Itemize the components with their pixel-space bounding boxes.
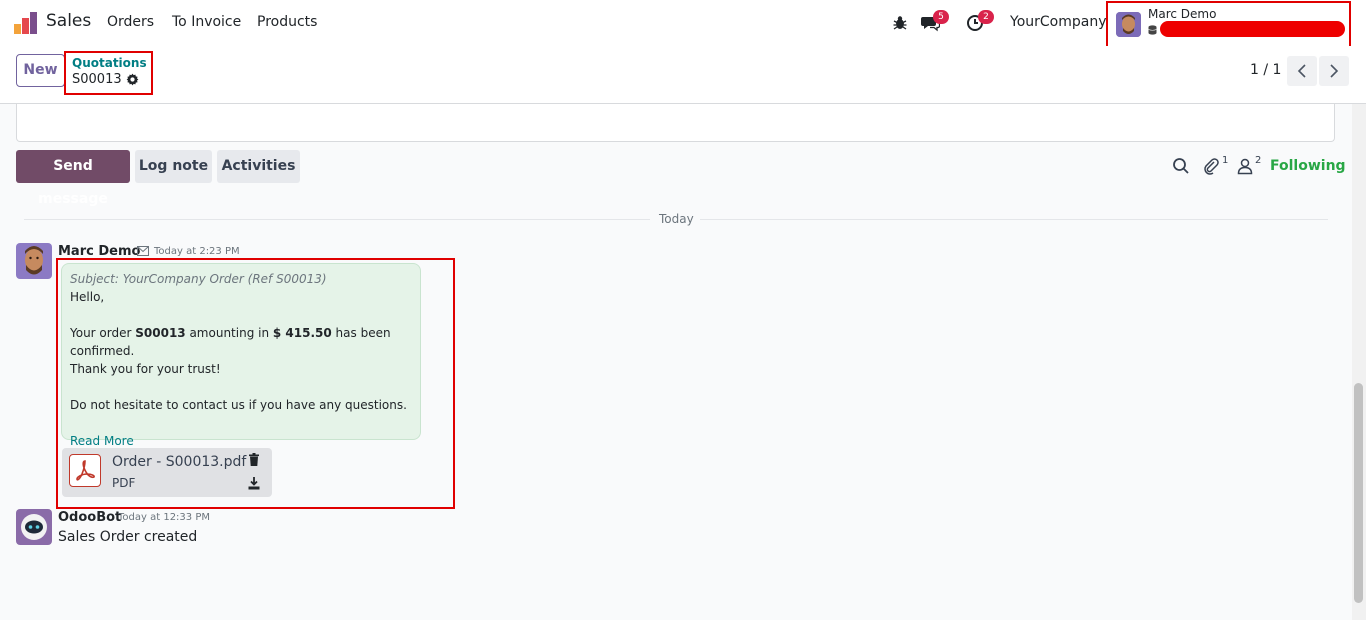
date-separator-line-right [700, 219, 1328, 220]
scrollbar[interactable] [1352, 104, 1366, 620]
message-author[interactable]: OdooBot [58, 510, 121, 525]
order-amount: $ 415.50 [272, 326, 332, 340]
send-message-button[interactable]: Send message [16, 150, 130, 207]
gear-icon[interactable] [126, 73, 139, 86]
menu-products[interactable]: Products [257, 14, 317, 30]
message-contact-line: Do not hesitate to contact us if you hav… [70, 398, 407, 412]
activities-button[interactable]: Activities [217, 150, 300, 183]
message-confirmation-line: Your order S00013 amounting in $ 415.50 … [70, 326, 391, 358]
breadcrumb-current-record: S00013 [72, 72, 122, 87]
message-subject: Subject: YourCompany Order (Ref S00013) [70, 272, 327, 286]
attachment-card[interactable]: Order - S00013.pdf PDF [62, 448, 272, 497]
paperclip-icon[interactable] [1202, 157, 1220, 175]
top-navbar: Sales Orders To Invoice Products 5 2 You… [0, 0, 1366, 51]
attachments-count: 1 [1222, 155, 1229, 166]
database-icon [1148, 25, 1157, 35]
envelope-icon [137, 246, 149, 256]
trash-icon[interactable] [248, 453, 260, 466]
chevron-left-icon [1297, 64, 1306, 78]
author-avatar[interactable] [16, 243, 52, 279]
message-body: Subject: YourCompany Order (Ref S00013) … [61, 263, 421, 448]
menu-to-invoice[interactable]: To Invoice [172, 14, 241, 30]
order-reference: S00013 [135, 326, 186, 340]
new-button[interactable]: New [16, 54, 65, 87]
debug-bug-icon[interactable] [890, 13, 910, 33]
following-button[interactable]: Following [1270, 158, 1346, 174]
followers-count: 2 [1255, 155, 1262, 166]
message-time: Today at 12:33 PM [118, 512, 210, 523]
log-note-button[interactable]: Log note [135, 150, 212, 183]
chevron-right-icon [1330, 64, 1339, 78]
menu-orders[interactable]: Orders [107, 14, 154, 30]
pdf-icon [69, 454, 101, 487]
download-icon[interactable] [248, 477, 260, 490]
odoobot-avatar[interactable] [16, 509, 52, 545]
search-icon[interactable] [1172, 157, 1190, 175]
date-separator-line-left [24, 219, 650, 220]
pager-value[interactable]: 1 / 1 [1250, 62, 1281, 78]
date-separator: Today [659, 212, 694, 226]
breadcrumb-quotations[interactable]: Quotations [72, 56, 147, 70]
message-thanks-line: Thank you for your trust! [70, 362, 221, 376]
message-body: Sales Order created [58, 529, 198, 545]
message-time: Today at 2:23 PM [154, 246, 240, 257]
pager-previous-button[interactable] [1287, 56, 1317, 86]
followers-user-icon[interactable] [1236, 157, 1254, 175]
control-panel: New Quotations S00013 1 / 1 [0, 46, 1366, 104]
scrollbar-thumb[interactable] [1354, 383, 1363, 603]
message-greeting: Hello, [70, 290, 105, 304]
messages-badge: 5 [933, 10, 949, 24]
pager-next-button[interactable] [1319, 56, 1349, 86]
chatter-composer-area[interactable] [16, 104, 1335, 142]
user-name: Marc Demo [1148, 7, 1217, 21]
company-switcher[interactable]: YourCompany [1010, 14, 1107, 30]
message-author[interactable]: Marc Demo [58, 244, 140, 259]
attachment-type: PDF [112, 476, 136, 490]
breadcrumb: Quotations S00013 [64, 51, 153, 95]
user-avatar [1116, 12, 1141, 37]
activities-badge: 2 [978, 10, 994, 24]
sales-app-icon[interactable] [14, 12, 38, 34]
redacted-database-name [1160, 21, 1345, 37]
attachment-name[interactable]: Order - S00013.pdf [112, 454, 246, 470]
app-name[interactable]: Sales [46, 11, 91, 31]
user-menu[interactable]: Marc Demo [1106, 1, 1351, 51]
